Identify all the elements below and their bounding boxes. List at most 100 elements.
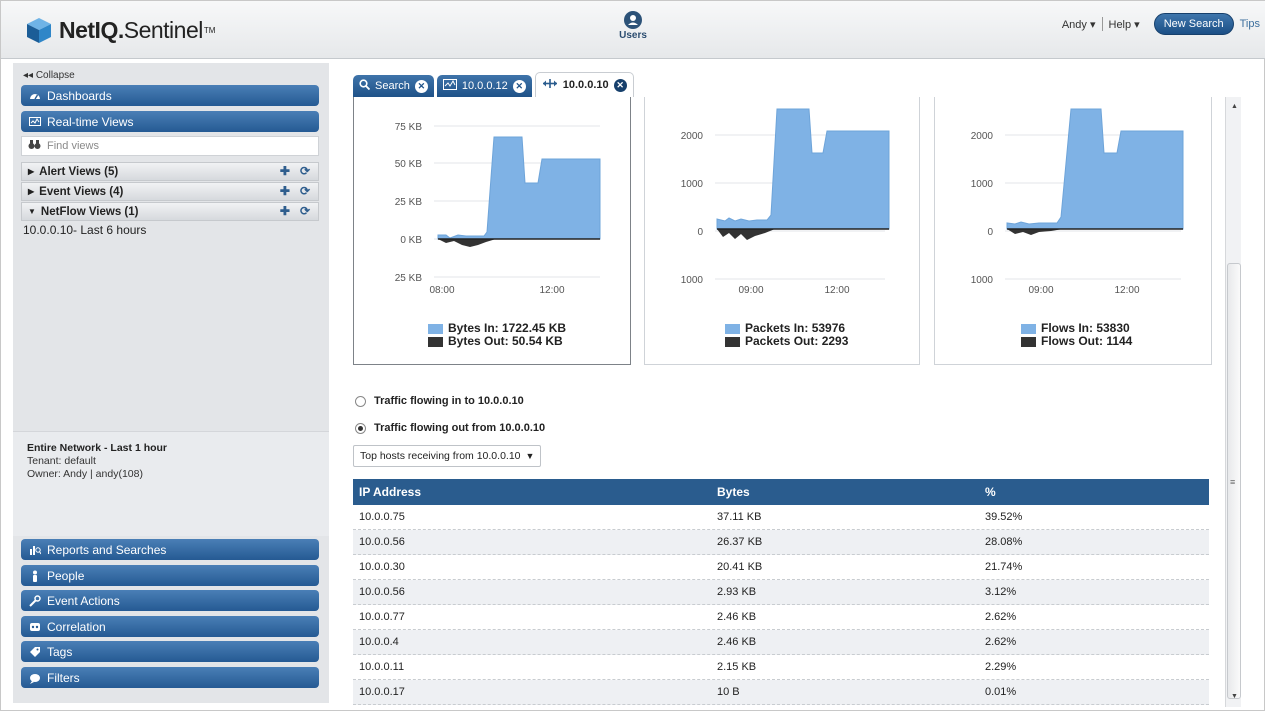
legend-swatch-in: [428, 323, 443, 334]
y-tick-label: 2000: [681, 131, 704, 142]
top-hosts-dropdown[interactable]: Top hosts receiving from 10.0.0.10 ▼: [353, 445, 542, 467]
table-row[interactable]: 10.0.0.30 20.41 KB 21.74%: [353, 555, 1209, 580]
cell-bytes: 2.46 KB: [717, 611, 757, 623]
x-tick-label: 12:00: [539, 285, 564, 296]
x-tick-label: 08:00: [429, 285, 454, 296]
users-label: Users: [619, 30, 647, 41]
cell-bytes: 20.41 KB: [717, 561, 763, 573]
scroll-grip-icon: ≡: [1230, 477, 1236, 487]
sidebar-event-actions[interactable]: Event Actions: [21, 590, 319, 611]
traffic-in-option[interactable]: Traffic flowing in to 10.0.0.10: [355, 395, 524, 407]
logo-product: Sentinel: [123, 16, 204, 43]
expand-arrow-icon: ▶: [28, 187, 35, 196]
tab-10-0-0-12-label: 10.0.0.12: [461, 80, 508, 92]
cell-percent: 2.29%: [985, 661, 1017, 673]
add-icon[interactable]: ✚: [280, 184, 290, 198]
x-tick-label: 12:00: [824, 285, 849, 296]
add-icon[interactable]: ✚: [280, 164, 290, 178]
sidebar-dashboards[interactable]: Dashboards: [21, 85, 319, 106]
packets-chart: 2000 1000 0 1000 09:00 12:00: [681, 108, 890, 296]
y-tick-label: 50 KB: [395, 159, 423, 170]
table-row[interactable]: 10.0.0.56 26.37 KB 28.08%: [353, 530, 1209, 555]
traffic-in-radio[interactable]: [355, 395, 366, 407]
col-percent[interactable]: %: [979, 485, 1209, 499]
realtime-monitor-icon: [29, 116, 41, 128]
traffic-out-radio[interactable]: [355, 422, 366, 434]
tab-10-0-0-12[interactable]: 10.0.0.12 ✕: [436, 75, 532, 97]
bytes-chart-panel[interactable]: 75 KB 50 KB 25 KB 0 KB 25 KB 08:00 12:00 Byte…: [353, 97, 631, 365]
cell-percent: 28.08%: [985, 536, 1023, 548]
main-content: 75 KB 50 KB 25 KB 0 KB 25 KB 08:00 12:00 Byte…: [341, 97, 1229, 707]
users-button[interactable]: Users: [609, 11, 657, 41]
legend-swatch-out: [1021, 336, 1036, 347]
scroll-down-icon[interactable]: ▼: [1231, 693, 1238, 700]
col-bytes[interactable]: Bytes: [709, 485, 979, 499]
user-menu[interactable]: Andy ▾: [1062, 18, 1096, 31]
table-row[interactable]: 10.0.0.56 2.93 KB 3.12%: [353, 580, 1209, 605]
event-views-row[interactable]: ▶ Event Views (4) ✚ ⟳: [21, 182, 319, 201]
traffic-out-option[interactable]: Traffic flowing out from 10.0.0.10: [355, 422, 545, 434]
table-row[interactable]: 10.0.0.75 37.11 KB 39.52%: [353, 505, 1209, 530]
new-search-button[interactable]: New Search: [1153, 13, 1234, 35]
top-hosts-selected: Top hosts receiving from 10.0.0.10: [360, 450, 521, 462]
scroll-up-icon[interactable]: ▲: [1231, 103, 1238, 110]
packets-out-legend: Packets Out: 2293: [745, 334, 849, 348]
refresh-icon[interactable]: ⟳: [300, 164, 310, 178]
x-tick-label: 09:00: [1028, 285, 1053, 296]
correlation-icon: [29, 621, 41, 633]
sidebar-tags[interactable]: Tags: [21, 641, 319, 662]
y-tick-label: 0: [987, 227, 993, 238]
y-tick-label: 75 KB: [395, 122, 423, 133]
netflow-views-row[interactable]: ▼ NetFlow Views (1) ✚ ⟳: [21, 202, 319, 221]
table-row[interactable]: 10.0.0.77 2.46 KB 2.62%: [353, 605, 1209, 630]
close-icon[interactable]: ✕: [414, 79, 428, 93]
tips-link[interactable]: Tips: [1240, 18, 1260, 30]
flows-chart-panel[interactable]: 2000 1000 0 1000 09:00 12:00 Flows In: 53830…: [934, 97, 1212, 365]
table-row[interactable]: 10.0.0.4 2.46 KB 2.62%: [353, 630, 1209, 655]
legend-swatch-out: [725, 336, 740, 347]
add-icon[interactable]: ✚: [280, 204, 290, 218]
cell-percent: 2.62%: [985, 636, 1017, 648]
refresh-icon[interactable]: ⟳: [300, 184, 310, 198]
sidebar-filters[interactable]: Filters: [21, 667, 319, 688]
alert-views-label: Alert Views (5): [39, 165, 119, 178]
cell-ip-address: 10.0.0.75: [359, 511, 405, 523]
sidebar-realtime-views[interactable]: Real-time Views: [21, 111, 319, 132]
person-icon: [29, 570, 41, 582]
find-views-placeholder: Find views: [47, 140, 99, 152]
users-icon: [624, 11, 642, 29]
alert-views-row[interactable]: ▶ Alert Views (5) ✚ ⟳: [21, 162, 319, 181]
refresh-icon[interactable]: ⟳: [300, 204, 310, 218]
packets-chart-panel[interactable]: 2000 1000 0 1000 09:00 12:00 Packets In: 539…: [644, 97, 920, 365]
tab-search[interactable]: Search ✕: [353, 75, 434, 97]
sidebar-people[interactable]: People: [21, 565, 319, 586]
collapse-button[interactable]: ◂◂ Collapse: [23, 70, 75, 81]
table-row[interactable]: 10.0.0.11 2.15 KB 2.29%: [353, 655, 1209, 680]
expand-arrow-icon: ▶: [28, 167, 35, 176]
tab-10-0-0-10[interactable]: 10.0.0.10 ✕: [534, 72, 634, 97]
close-icon[interactable]: ✕: [613, 78, 627, 92]
y-tick-label: 25 KB: [395, 197, 423, 208]
bytes-chart: 75 KB 50 KB 25 KB 0 KB 25 KB 08:00 12:00: [395, 122, 601, 296]
col-ip-address[interactable]: IP Address: [353, 485, 709, 499]
sidebar-reports-searches[interactable]: Reports and Searches: [21, 539, 319, 560]
monitor-icon: [442, 79, 457, 93]
packets-in-area: [716, 108, 890, 230]
legend-swatch-in: [725, 323, 740, 334]
netflow-views-label: NetFlow Views (1): [40, 205, 139, 218]
logo-trademark: TM: [203, 25, 216, 35]
tag-icon: [29, 646, 41, 658]
collapse-arrow-icon: ▼: [28, 207, 36, 216]
netflow-view-item[interactable]: 10.0.0.10- Last 6 hours: [23, 223, 146, 237]
flows-out-legend: Flows Out: 1144: [1041, 334, 1133, 348]
legend-swatch-in: [1021, 323, 1036, 334]
find-views-input[interactable]: Find views: [21, 136, 319, 156]
table-row[interactable]: 10.0.0.17 10 B 0.01%: [353, 680, 1209, 705]
cell-bytes: 2.46 KB: [717, 636, 757, 648]
help-menu[interactable]: Help ▾: [1109, 18, 1140, 31]
traffic-out-label: Traffic flowing out from 10.0.0.10: [374, 422, 546, 434]
close-icon[interactable]: ✕: [512, 79, 526, 93]
content-scrollbar[interactable]: ▲ ≡ ▼: [1225, 97, 1241, 707]
bytes-out-legend: Bytes Out: 50.54 KB: [448, 334, 563, 348]
sidebar-correlation[interactable]: Correlation: [21, 616, 319, 637]
